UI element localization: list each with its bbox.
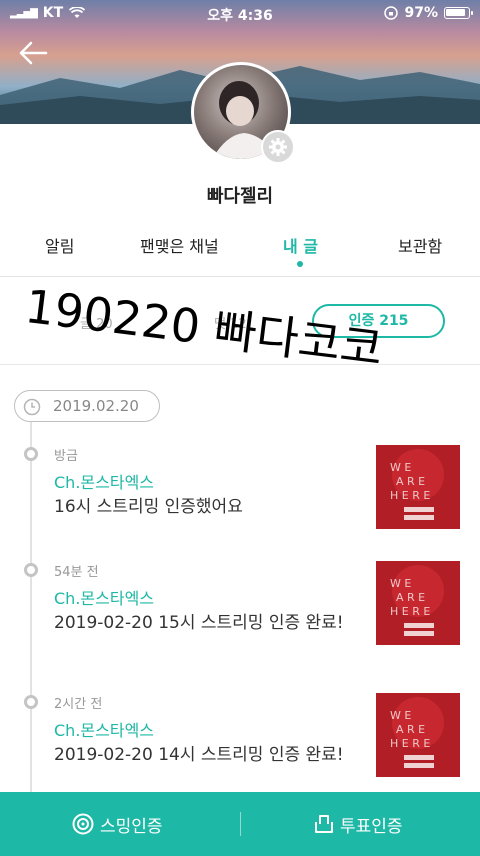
timeline-node <box>24 447 38 461</box>
svg-text:W E: W E <box>390 461 411 474</box>
settings-button[interactable] <box>261 130 295 164</box>
clock-icon <box>23 398 41 416</box>
svg-text:A R E: A R E <box>396 475 425 488</box>
channel-prefix: Ch. <box>54 473 81 492</box>
channel-name: 몬스타엑스 <box>80 589 155 608</box>
post-body: 16시 스트리밍 인증했어요 <box>54 497 243 517</box>
status-bar: ▂▃▅▇ KT 오후 4:36 97% <box>0 0 480 28</box>
svg-text:H E R E: H E R E <box>390 605 430 618</box>
post-channel[interactable]: Ch.몬스타엑스 <box>54 717 154 741</box>
stream-cert-label: 스밍인증 <box>100 816 163 837</box>
svg-text:A R E: A R E <box>396 591 425 604</box>
tab-archive[interactable]: 보관함 <box>398 233 442 257</box>
album-cover-image: W E A R E H E R E <box>390 697 444 768</box>
battery-icon <box>444 7 473 19</box>
vote-box-icon <box>315 815 333 833</box>
svg-text:H E R E: H E R E <box>390 489 430 502</box>
tab-fan-channels[interactable]: 팬맺은 채널 <box>140 233 219 257</box>
post-channel[interactable]: Ch.몬스타엑스 <box>54 469 154 493</box>
bottom-divider <box>240 812 241 836</box>
channel-prefix: Ch. <box>54 721 81 740</box>
stream-disc-icon <box>72 813 94 835</box>
timeline-node <box>24 563 38 577</box>
timeline-post[interactable]: 2시간 전 Ch.몬스타엑스 2019-02-20 14시 스트리밍 인증 완료… <box>0 693 480 793</box>
album-cover-image: W E A R E H E R E <box>390 449 444 520</box>
profile-name: 빠다젤리 <box>206 186 274 207</box>
channel-name: 몬스타엑스 <box>80 473 155 492</box>
timeline-node <box>24 695 38 709</box>
svg-text:W E: W E <box>390 577 411 590</box>
post-thumbnail[interactable]: W E A R E H E R E <box>376 561 460 645</box>
back-arrow-icon <box>19 41 48 65</box>
vote-cert-button[interactable]: 투표인증 <box>314 792 403 856</box>
post-time: 2시간 전 <box>54 697 103 712</box>
tab-my-posts[interactable]: 내 글 <box>283 233 318 257</box>
channel-prefix: Ch. <box>54 589 81 608</box>
post-body: 2019-02-20 15시 스트리밍 인증 완료! <box>54 613 344 633</box>
channel-name: 몬스타엑스 <box>80 721 155 740</box>
vote-cert-label: 투표인증 <box>340 816 403 837</box>
post-thumbnail[interactable]: W E A R E H E R E <box>376 693 460 777</box>
svg-text:A R E: A R E <box>396 723 425 736</box>
post-body: 2019-02-20 14시 스트리밍 인증 완료! <box>54 745 344 765</box>
tab-notifications[interactable]: 알림 <box>45 233 74 257</box>
battery-percent: 97% <box>404 5 438 21</box>
timeline-post[interactable]: 54분 전 Ch.몬스타엑스 2019-02-20 15시 스트리밍 인증 완료… <box>0 561 480 681</box>
post-time: 54분 전 <box>54 565 99 580</box>
post-time: 방금 <box>54 449 78 464</box>
active-tab-indicator <box>297 261 303 267</box>
svg-text:W E: W E <box>390 709 411 722</box>
post-channel[interactable]: Ch.몬스타엑스 <box>54 585 154 609</box>
rotation-lock-icon <box>384 6 399 20</box>
stream-cert-button[interactable]: 스밍인증 <box>72 792 163 856</box>
back-button[interactable] <box>18 40 50 68</box>
date-chip: 2019.02.20 <box>14 390 160 422</box>
gear-icon <box>269 138 287 156</box>
date-label: 2019.02.20 <box>53 397 139 415</box>
profile-tabs: 알림 팬맺은 채널 내 글 보관함 <box>0 225 480 277</box>
bottom-action-bar: 스밍인증 투표인증 <box>0 792 480 856</box>
post-thumbnail[interactable]: W E A R E H E R E <box>376 445 460 529</box>
svg-text:H E R E: H E R E <box>390 737 430 750</box>
timeline-post[interactable]: 방금 Ch.몬스타엑스 16시 스트리밍 인증했어요 W E A R E H E… <box>0 445 480 555</box>
album-cover-image: W E A R E H E R E <box>390 565 444 636</box>
